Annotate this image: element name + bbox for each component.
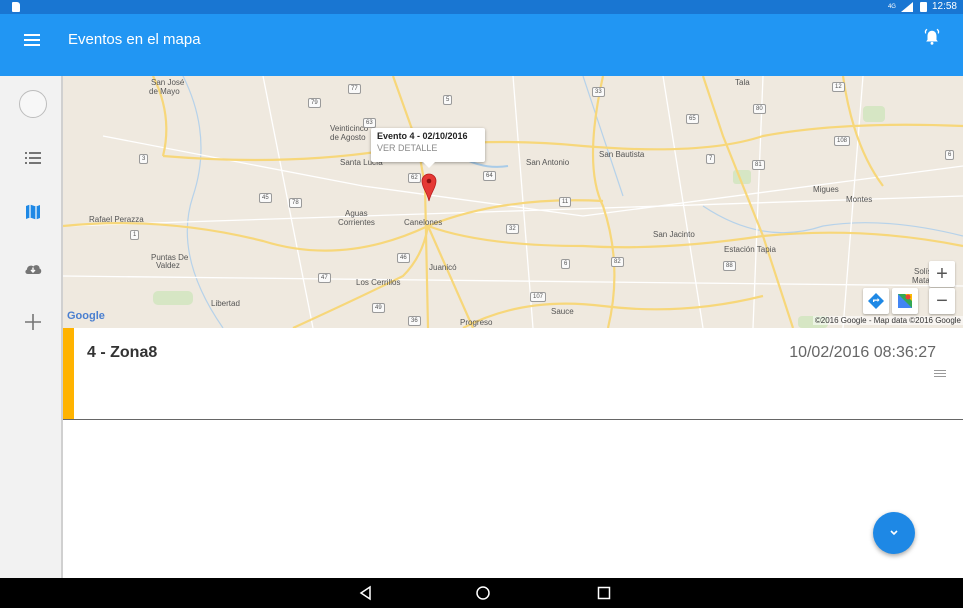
route-shield: 45 <box>259 193 272 203</box>
route-shield: 64 <box>483 171 496 181</box>
route-shield: 5 <box>443 95 453 105</box>
route-shield: 6 <box>945 150 955 160</box>
status-time: 12:58 <box>931 1 957 12</box>
map-roads <box>63 76 963 328</box>
map-marker-icon[interactable] <box>421 172 437 202</box>
place-label: Progreso <box>460 318 493 327</box>
route-shield: 46 <box>397 253 410 263</box>
place-label: San José <box>151 78 185 87</box>
signal-icon <box>900 1 915 12</box>
place-label: Corrientes <box>338 218 375 227</box>
place-label: San Antonio <box>526 158 570 167</box>
status-icons: 4G 12:58 <box>888 1 957 12</box>
place-label: Estación Tapia <box>724 245 776 254</box>
route-shield: 7 <box>706 154 716 164</box>
zoom-in-button[interactable]: + <box>929 261 955 287</box>
route-shield: 33 <box>592 87 605 97</box>
route-shield: 88 <box>723 261 736 271</box>
event-datetime: 10/02/2016 08:36:27 <box>789 344 936 361</box>
map-view[interactable]: San José de Mayo Veinticinco de Agosto S… <box>63 76 963 328</box>
event-title: 4 - Zona8 <box>87 344 158 361</box>
route-shield: 49 <box>372 303 385 313</box>
route-shield: 107 <box>530 292 547 302</box>
alarm-bell-icon[interactable] <box>923 28 941 46</box>
place-label: Migues <box>813 185 839 194</box>
place-label: Canelones <box>404 218 443 227</box>
place-label: Rafael Perazza <box>89 215 144 224</box>
cloud-download-icon[interactable] <box>23 258 43 278</box>
drag-handle-icon[interactable] <box>934 370 946 378</box>
google-maps-icon[interactable] <box>892 288 918 314</box>
scroll-down-button[interactable] <box>873 512 915 554</box>
place-label: San Jacinto <box>653 230 695 239</box>
map-attribution: ©2016 Google - Map data ©2016 Google <box>812 316 963 325</box>
route-shield: 77 <box>348 84 361 94</box>
google-logo: Google <box>67 310 105 322</box>
route-shield: 78 <box>289 198 302 208</box>
route-shield: 79 <box>308 98 321 108</box>
route-shield: 3 <box>139 154 149 164</box>
route-shield: 80 <box>753 104 766 114</box>
event-list-item[interactable]: 4 - Zona8 10/02/2016 08:36:27 <box>63 328 963 420</box>
place-label: Montes <box>846 195 873 204</box>
view-detail-link[interactable]: VER DETALLE <box>377 143 485 153</box>
route-shield: 81 <box>752 160 765 170</box>
route-shield: 1 <box>130 230 140 240</box>
add-icon[interactable] <box>23 312 43 332</box>
list-icon[interactable] <box>23 148 43 168</box>
info-window-title: Evento 4 - 02/10/2016 <box>377 131 468 141</box>
home-icon[interactable] <box>475 585 491 601</box>
route-shield: 47 <box>318 273 331 283</box>
place-label: Aguas <box>345 209 368 218</box>
place-label: Valdez <box>156 261 180 270</box>
place-label: Tala <box>735 78 750 87</box>
place-label: Juanicó <box>429 263 457 272</box>
signal-type-label: 4G <box>887 3 896 10</box>
route-shield: 12 <box>832 82 845 92</box>
place-label: Los Cerrillos <box>356 278 401 287</box>
status-bar: 4G 12:58 <box>0 0 963 14</box>
battery-icon <box>919 1 927 12</box>
place-label: San Bautista <box>599 150 645 159</box>
app-toolbar: Eventos en el mapa <box>0 14 963 76</box>
place-label: de Mayo <box>149 87 180 96</box>
route-shield: 63 <box>363 118 376 128</box>
event-accent-stripe <box>63 328 74 419</box>
route-shield: 32 <box>506 224 519 234</box>
system-nav-bar <box>0 578 963 608</box>
page-title: Eventos en el mapa <box>68 31 201 48</box>
route-shield: 6 <box>561 259 571 269</box>
route-shield: 11 <box>559 197 572 207</box>
route-shield: 82 <box>611 257 624 267</box>
route-shield: 108 <box>834 136 851 146</box>
menu-icon[interactable] <box>24 34 40 48</box>
map-icon[interactable] <box>23 202 43 222</box>
zoom-out-button[interactable]: − <box>929 288 955 314</box>
chevron-down-icon <box>890 530 898 536</box>
sd-card-icon <box>12 2 20 12</box>
place-label: de Agosto <box>330 133 366 142</box>
avatar-circle-icon[interactable] <box>19 90 47 118</box>
route-shield: 65 <box>686 114 699 124</box>
sidebar-rail <box>0 76 63 578</box>
back-icon[interactable] <box>358 585 374 601</box>
route-shield: 36 <box>408 316 421 326</box>
route-shield: 62 <box>408 173 421 183</box>
recents-icon[interactable] <box>596 585 612 601</box>
event-info-window[interactable]: Evento 4 - 02/10/2016 VER DETALLE <box>371 128 485 168</box>
directions-icon[interactable] <box>863 288 889 314</box>
place-label: Sauce <box>551 307 574 316</box>
place-label: Libertad <box>211 299 240 308</box>
